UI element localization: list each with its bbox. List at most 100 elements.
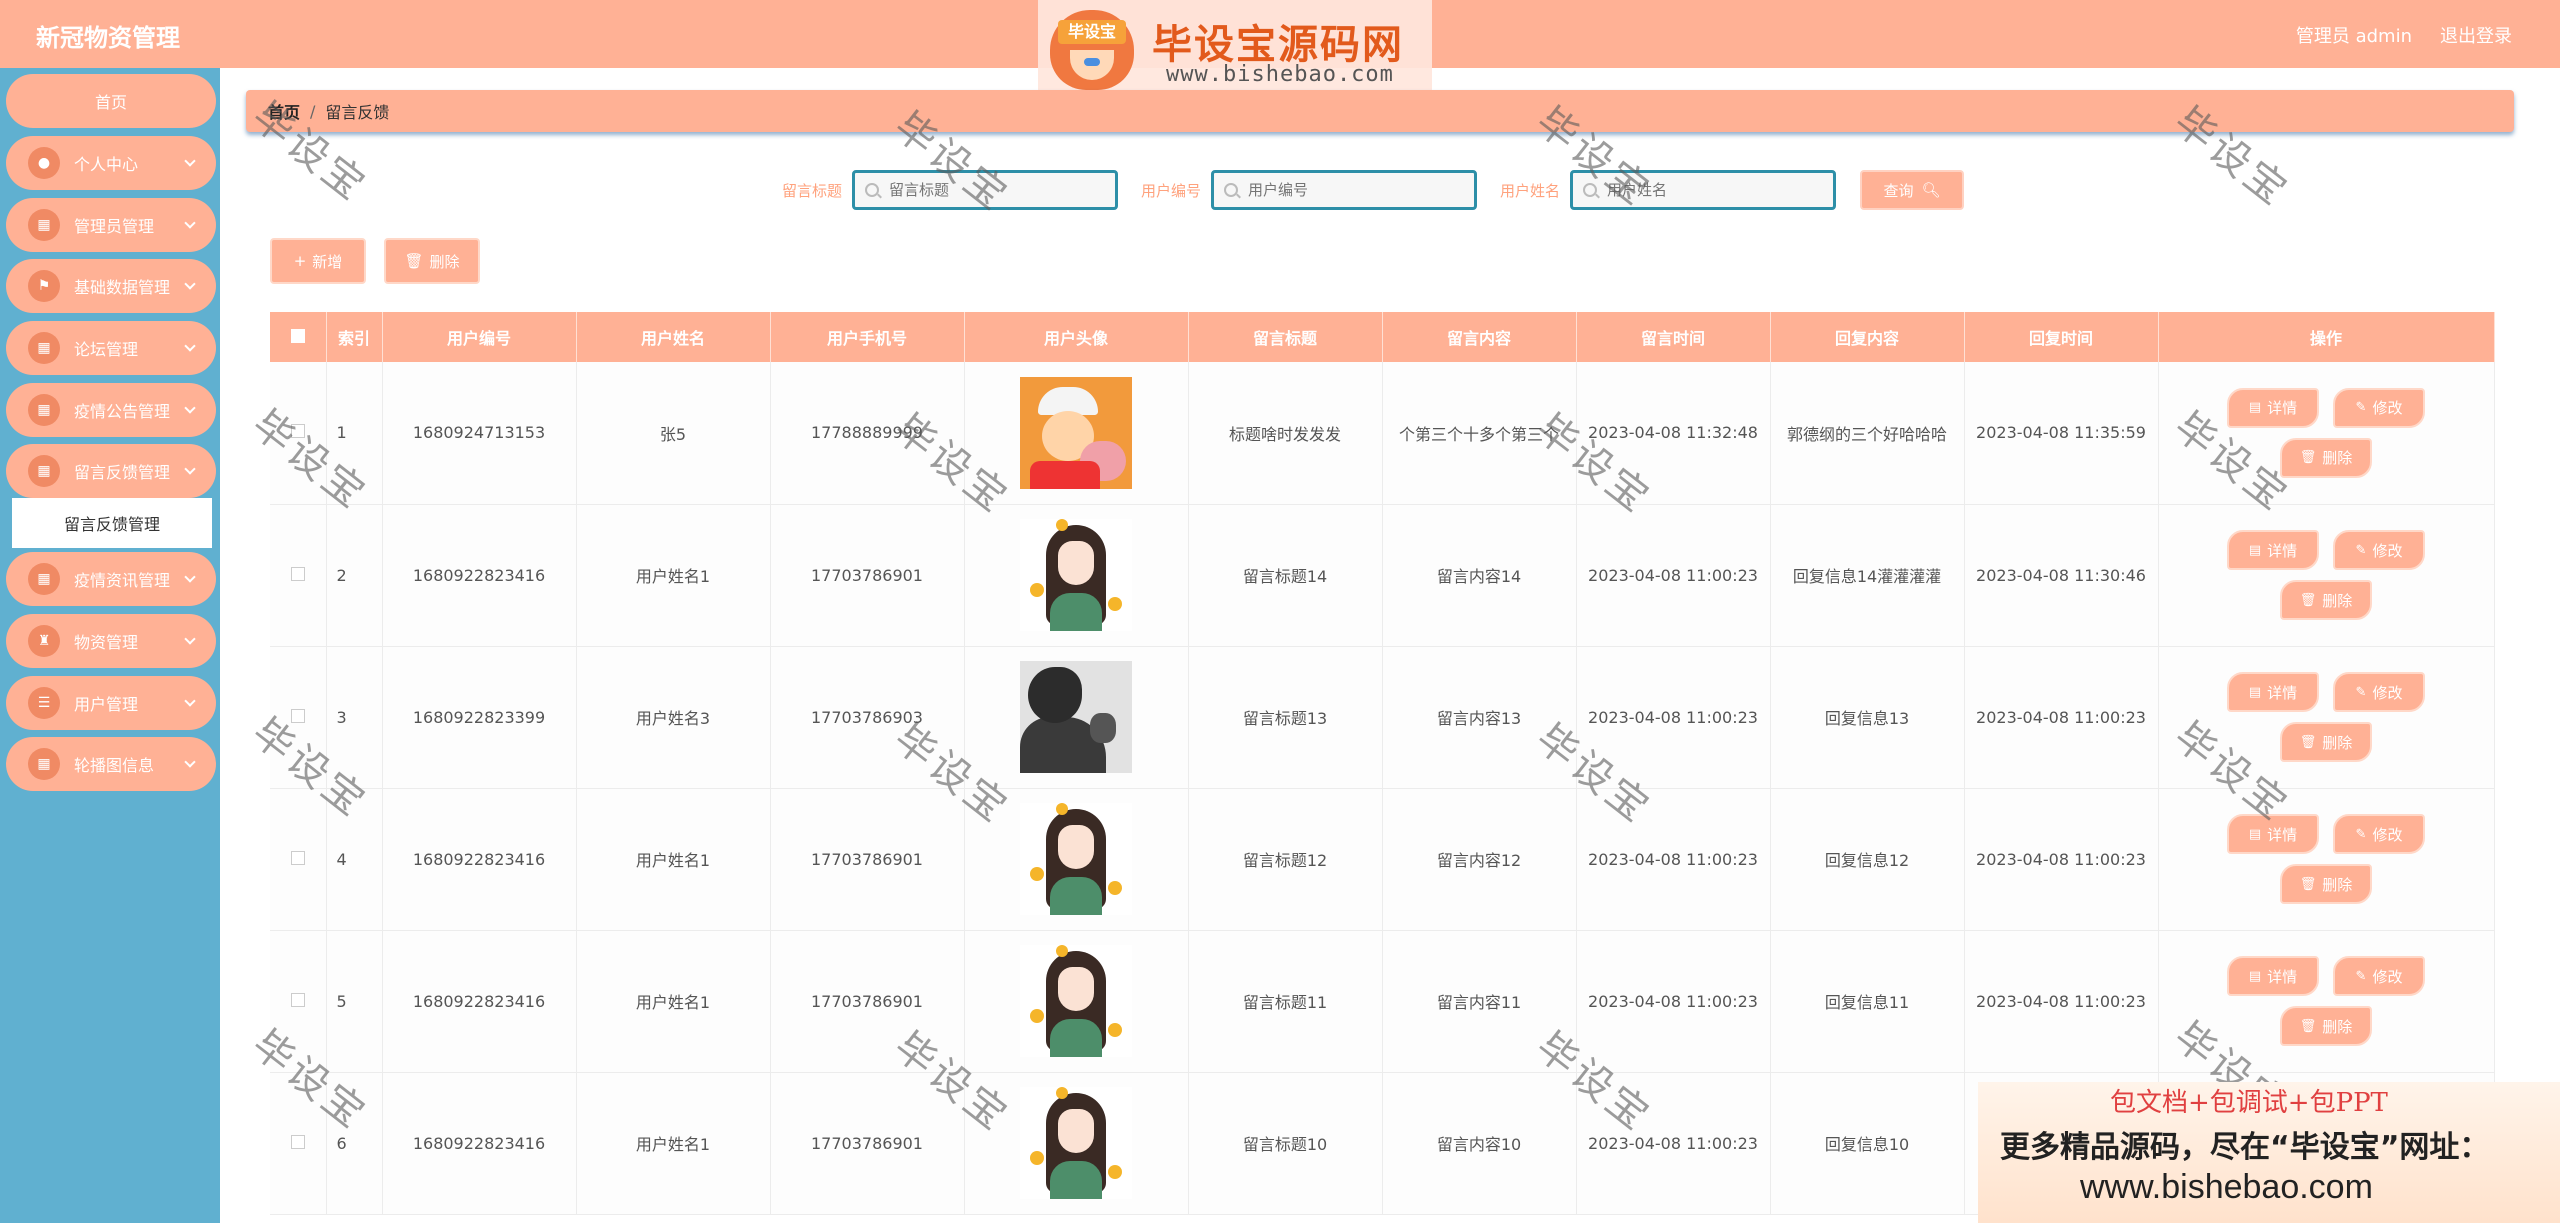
search-input-box[interactable]: [1211, 170, 1478, 210]
table-row: 5 1680922823416 用户姓名1 17703786901 留言标题11…: [270, 930, 2495, 1073]
promo-banner: 包文档+包调试+包PPT 更多精品源码，尽在“毕设宝”网址： www.bishe…: [1978, 1082, 2560, 1223]
select-all-checkbox[interactable]: [270, 312, 327, 362]
cell-reply: 回复信息10: [1770, 1072, 1965, 1215]
avatar[interactable]: [1020, 1087, 1132, 1199]
grid-icon: ▦: [28, 563, 60, 595]
cell-reply: 回复信息12: [1770, 788, 1965, 931]
delete-button[interactable]: 🗑︎ 删除: [2280, 580, 2372, 620]
edit-button[interactable]: ✎ 修改: [2333, 387, 2425, 428]
sidebar-item-label: 基础数据管理: [74, 278, 171, 297]
sidebar-item-admin[interactable]: ▦ 管理员管理: [6, 198, 216, 252]
cell-title: 标题啥时发发发: [1188, 362, 1383, 505]
batch-delete-button[interactable]: 🗑︎ 删除: [384, 238, 480, 284]
search-field-user-name: 用户姓名: [1500, 170, 1837, 210]
sidebar-item-users[interactable]: ☰ 用户管理: [6, 676, 216, 730]
cell-reply-time: 2023-04-08 11:00:23: [1964, 930, 2159, 1073]
row-checkbox[interactable]: [270, 362, 327, 505]
document-icon: ▤: [2248, 968, 2262, 984]
add-button[interactable]: + 新增: [270, 238, 366, 284]
grid-icon: ▦: [28, 455, 60, 487]
edit-button[interactable]: ✎ 修改: [2333, 814, 2425, 854]
detail-button[interactable]: ▤ 详情: [2227, 387, 2319, 428]
sidebar-item-home[interactable]: 首页: [6, 74, 216, 128]
sidebar-item-feedback[interactable]: ▦ 留言反馈管理: [6, 444, 216, 498]
column-header: 用户手机号: [770, 312, 965, 362]
search-input-box[interactable]: [1570, 170, 1837, 210]
logout-link[interactable]: 退出登录: [2440, 22, 2512, 48]
search-label: 用户姓名: [1500, 181, 1561, 200]
trash-icon: 🗑︎: [2299, 1018, 2317, 1034]
delete-button[interactable]: 🗑︎ 删除: [2280, 437, 2372, 478]
cell-reply: 回复信息14灌灌灌灌: [1770, 504, 1965, 647]
sidebar-item-carousel[interactable]: ▦ 轮播图信息: [6, 737, 216, 791]
table-row: 3 1680922823399 用户姓名3 17703786903 留言标题13…: [270, 646, 2495, 789]
submenu-item-feedback-management[interactable]: 留言反馈管理: [12, 498, 212, 548]
user-name-search-input[interactable]: [1607, 181, 1808, 199]
cell-actions: ▤ 详情 ✎ 修改 🗑︎ 删除: [2158, 362, 2495, 505]
avatar[interactable]: [1020, 661, 1132, 773]
breadcrumb-home[interactable]: 首页: [268, 99, 300, 123]
cell-content: 留言内容11: [1382, 930, 1577, 1073]
search-icon: 🔍︎: [1921, 181, 1941, 199]
delete-button[interactable]: 🗑︎ 删除: [2280, 722, 2372, 762]
cell-avatar: [964, 362, 1189, 505]
sidebar-item-forum[interactable]: ▦ 论坛管理: [6, 321, 216, 375]
cell-time: 2023-04-08 11:00:23: [1576, 504, 1771, 647]
cell-title: 留言标题12: [1188, 788, 1383, 931]
row-checkbox[interactable]: [270, 788, 327, 931]
cell-user-no: 1680922823416: [382, 504, 577, 647]
avatar[interactable]: [1020, 945, 1132, 1057]
row-checkbox[interactable]: [270, 1072, 327, 1215]
detail-button[interactable]: ▤ 详情: [2227, 672, 2319, 712]
sidebar-item-label: 轮播图信息: [74, 756, 155, 775]
chevron-down-icon: [184, 756, 196, 768]
delete-button[interactable]: 🗑︎ 删除: [2280, 1006, 2372, 1046]
pencil-icon: ✎: [2355, 684, 2367, 700]
search-input-box[interactable]: [852, 170, 1119, 210]
promo-line1: 包文档+包调试+包PPT: [2110, 1088, 2388, 1118]
detail-button[interactable]: ▤ 详情: [2227, 814, 2319, 854]
title-search-input[interactable]: [889, 181, 1090, 199]
delete-button[interactable]: 🗑︎ 删除: [2280, 864, 2372, 904]
document-icon: ▤: [2248, 542, 2262, 558]
grid-icon: ▦: [28, 209, 60, 241]
trash-icon: 🗑︎: [2299, 734, 2317, 750]
sidebar: 首页 ● 个人中心 ▦ 管理员管理 ⚑ 基础数据管理 ▦ 论坛管理 ▦ 疫情公告…: [0, 68, 220, 1223]
row-checkbox[interactable]: [270, 930, 327, 1073]
query-button[interactable]: 查询 🔍︎: [1860, 170, 1964, 210]
sidebar-item-basic-data[interactable]: ⚑ 基础数据管理: [6, 259, 216, 313]
user-label[interactable]: 管理员 admin: [2296, 22, 2412, 48]
row-checkbox[interactable]: [270, 504, 327, 647]
row-checkbox[interactable]: [270, 646, 327, 789]
sidebar-item-news[interactable]: ▦ 疫情资讯管理: [6, 552, 216, 606]
cell-time: 2023-04-08 11:32:48: [1576, 362, 1771, 505]
search-icon: [1224, 183, 1239, 197]
user-no-search-input[interactable]: [1248, 181, 1449, 199]
chevron-down-icon: [184, 463, 196, 475]
cell-index: 4: [326, 788, 383, 931]
avatar[interactable]: [1020, 803, 1132, 915]
detail-button[interactable]: ▤ 详情: [2227, 956, 2319, 996]
avatar[interactable]: [1020, 519, 1132, 631]
detail-button[interactable]: ▤ 详情: [2227, 530, 2319, 570]
cell-index: 6: [326, 1072, 383, 1215]
search-icon: [1583, 183, 1598, 197]
sidebar-item-announcements[interactable]: ▦ 疫情公告管理: [6, 383, 216, 437]
chevron-down-icon: [184, 571, 196, 583]
sidebar-item-label: 疫情资讯管理: [74, 571, 171, 590]
sidebar-item-profile[interactable]: ● 个人中心: [6, 136, 216, 190]
column-header: 回复时间: [1964, 312, 2159, 362]
column-header: 留言内容: [1382, 312, 1577, 362]
sidebar-item-label: 留言反馈管理: [74, 463, 171, 482]
chevron-down-icon: [184, 402, 196, 414]
edit-button[interactable]: ✎ 修改: [2333, 672, 2425, 712]
sidebar-item-label: 用户管理: [74, 695, 139, 714]
cell-phone: 17703786903: [770, 646, 965, 789]
edit-button[interactable]: ✎ 修改: [2333, 530, 2425, 570]
trash-icon: 🗑︎: [2299, 876, 2317, 892]
cell-content: 留言内容13: [1382, 646, 1577, 789]
cell-user-no: 1680924713153: [382, 362, 577, 505]
edit-button[interactable]: ✎ 修改: [2333, 956, 2425, 996]
avatar[interactable]: [1020, 376, 1132, 489]
sidebar-item-supplies[interactable]: ♜ 物资管理: [6, 614, 216, 668]
